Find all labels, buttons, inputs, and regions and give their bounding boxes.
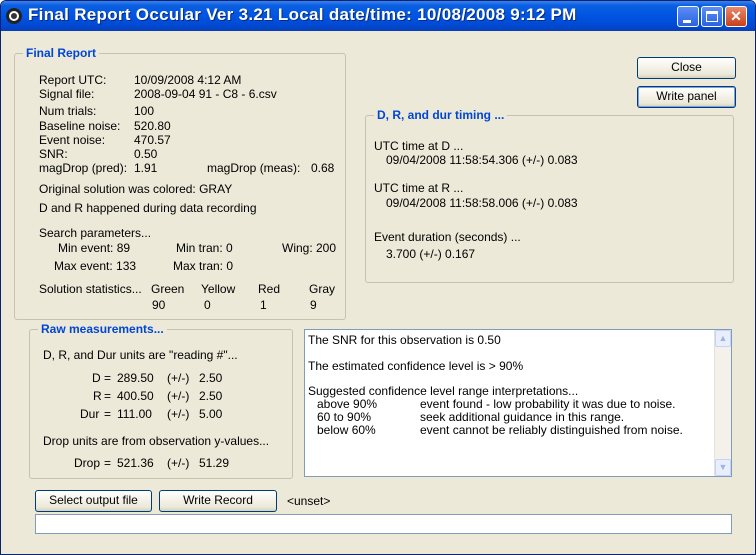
raw-d-eq: = — [104, 371, 112, 385]
stat-name-gray: Gray — [309, 282, 336, 296]
recording-line: D and R happened during data recording — [39, 201, 257, 215]
raw-dur-pm: (+/-) — [167, 407, 190, 421]
title-bar[interactable]: Final Report Occular Ver 3.21 Local date… — [1, 1, 755, 31]
raw-units-line: D, R, and Dur units are "reading #"... — [43, 348, 238, 362]
timing-label: D, R, and dur timing ... — [374, 108, 508, 122]
solution-stats-header: Solution statistics... — [39, 282, 142, 296]
raw-d-value: 289.50 — [117, 371, 154, 385]
max-tran: Max tran: 0 — [173, 259, 234, 273]
notes-scrollbar[interactable]: ▲ ▼ — [714, 330, 731, 476]
event-noise-value: 470.57 — [134, 133, 171, 147]
magdrop-meas-label: magDrop (meas): — [207, 161, 301, 175]
raw-r-err: 2.50 — [199, 389, 223, 403]
raw-drop-value: 521.36 — [117, 456, 154, 470]
signal-file-label: Signal file: — [39, 87, 95, 101]
raw-d-name: D — [92, 371, 101, 385]
utc-r-header: UTC time at R ... — [374, 181, 464, 195]
close-button[interactable]: Close — [637, 57, 736, 79]
stat-name-red: Red — [258, 282, 281, 296]
magdrop-meas-value: 0.68 — [311, 161, 335, 175]
raw-r-eq: = — [104, 389, 112, 403]
notes-textarea[interactable]: The SNR for this observation is 0.50 The… — [304, 329, 732, 477]
write-panel-button[interactable]: Write panel — [637, 86, 736, 108]
color-line: Original solution was colored: GRAY — [39, 182, 233, 196]
search-params-header: Search parameters... — [39, 226, 152, 240]
notes-range-3: below 60% — [317, 423, 376, 437]
scroll-down-icon[interactable]: ▼ — [715, 459, 731, 476]
raw-drop-err: 51.29 — [199, 456, 230, 470]
wing: Wing: 200 — [282, 241, 337, 255]
scroll-up-icon[interactable]: ▲ — [715, 330, 731, 347]
snr-label: SNR: — [39, 147, 68, 161]
status-field[interactable] — [35, 514, 732, 534]
final-report-label: Final Report — [23, 46, 100, 60]
notes-confidence-line: The estimated confidence level is > 90% — [308, 359, 524, 373]
num-trials-value: 100 — [134, 104, 155, 118]
min-event: Min event: 89 — [58, 241, 131, 255]
write-record-button[interactable]: Write Record — [159, 490, 277, 512]
window-title: Final Report Occular Ver 3.21 Local date… — [28, 5, 577, 24]
raw-r-value: 400.50 — [117, 389, 154, 403]
magdrop-pred-label: magDrop (pred): — [39, 161, 128, 175]
baseline-noise-label: Baseline noise: — [39, 119, 121, 133]
report-utc-value: 10/09/2008 4:12 AM — [134, 73, 242, 87]
stat-count-red: 1 — [260, 298, 267, 312]
magdrop-pred-value: 1.91 — [134, 161, 158, 175]
snr-value: 0.50 — [134, 147, 158, 161]
duration-header: Event duration (seconds) ... — [374, 230, 521, 244]
stat-count-gray: 9 — [310, 298, 317, 312]
output-path-label: <unset> — [287, 494, 331, 508]
raw-drop-name: Drop — [74, 456, 101, 470]
maximize-button[interactable] — [701, 6, 723, 27]
maximize-icon — [706, 11, 718, 22]
stat-count-green: 90 — [152, 298, 166, 312]
stat-name-yellow: Yellow — [201, 282, 236, 296]
minimize-icon — [683, 20, 691, 23]
app-window: Final Report Occular Ver 3.21 Local date… — [0, 0, 756, 555]
signal-file-value: 2008-09-04 91 - C8 - 6.csv — [134, 87, 277, 101]
notes-meaning-3: event cannot be reliably distinguished f… — [420, 423, 683, 437]
notes-snr-line: The SNR for this observation is 0.50 — [308, 333, 501, 347]
stat-count-yellow: 0 — [204, 298, 211, 312]
utc-d-value: 09/04/2008 11:58:54.306 (+/-) 0.083 — [386, 153, 578, 167]
close-icon: ✕ — [730, 8, 742, 24]
min-tran: Min tran: 0 — [176, 241, 233, 255]
duration-value: 3.700 (+/-) 0.167 — [386, 247, 476, 261]
app-icon[interactable] — [6, 8, 22, 24]
raw-dur-value: 111.00 — [117, 407, 152, 421]
max-event: Max event: 133 — [54, 259, 137, 273]
close-window-button[interactable]: ✕ — [725, 6, 747, 27]
event-noise-label: Event noise: — [39, 133, 106, 147]
drop-units-line: Drop units are from observation y-values… — [43, 434, 270, 448]
raw-drop-eq: = — [104, 456, 112, 470]
raw-d-pm: (+/-) — [167, 371, 190, 385]
raw-dur-name: Dur — [80, 407, 100, 421]
stat-name-green: Green — [151, 282, 185, 296]
report-utc-label: Report UTC: — [39, 73, 107, 87]
raw-r-pm: (+/-) — [167, 389, 190, 403]
raw-r-name: R — [93, 389, 102, 403]
select-output-file-button[interactable]: Select output file — [35, 490, 152, 512]
raw-dur-err: 5.00 — [199, 407, 223, 421]
num-trials-label: Num trials: — [39, 104, 97, 118]
raw-dur-eq: = — [104, 407, 112, 421]
raw-d-err: 2.50 — [199, 371, 223, 385]
utc-d-header: UTC time at D ... — [374, 139, 464, 153]
raw-measurements-label: Raw measurements... — [38, 322, 167, 336]
utc-r-value: 09/04/2008 11:58:58.006 (+/-) 0.083 — [386, 196, 578, 210]
minimize-button[interactable] — [677, 6, 699, 27]
raw-drop-pm: (+/-) — [167, 456, 190, 470]
baseline-noise-value: 520.80 — [134, 119, 171, 133]
